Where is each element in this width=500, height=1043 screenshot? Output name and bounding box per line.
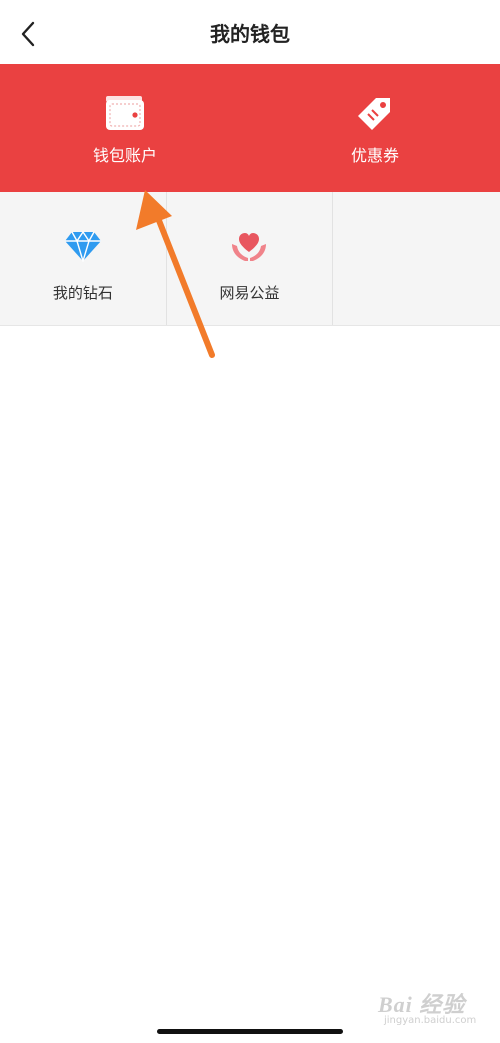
coupon-button[interactable]: 优惠券 <box>250 64 500 192</box>
netease-charity-label: 网易公益 <box>219 284 280 302</box>
home-indicator <box>157 1029 343 1034</box>
wallet-banner: 钱包账户 优惠券 <box>0 64 500 192</box>
watermark: Bai 经验 jingyan.baidu.com <box>378 985 493 1033</box>
page-title: 我的钱包 <box>210 22 290 46</box>
service-grid: 我的钻石 网易公益 <box>0 192 500 326</box>
heart-hands-icon <box>232 233 267 261</box>
wallet-icon <box>106 96 144 130</box>
diamond-icon <box>64 230 101 262</box>
nav-bar: 我的钱包 <box>0 0 500 64</box>
price-tag-icon <box>358 98 390 130</box>
grid-empty-cell <box>333 192 500 325</box>
wallet-account-button[interactable]: 钱包账户 <box>0 64 250 192</box>
watermark-url: jingyan.baidu.com <box>384 1015 477 1026</box>
wallet-account-label: 钱包账户 <box>92 146 157 165</box>
my-diamonds-label: 我的钻石 <box>52 284 113 302</box>
my-diamonds-button[interactable]: 我的钻石 <box>0 192 167 325</box>
coupon-label: 优惠券 <box>350 146 399 165</box>
netease-charity-button[interactable]: 网易公益 <box>167 192 334 325</box>
